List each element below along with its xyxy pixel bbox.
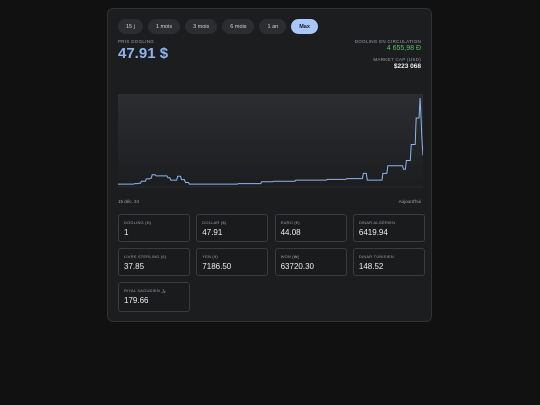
date-start-label: 15 déc. 24 xyxy=(118,199,140,204)
rate-value: 47.91 xyxy=(202,228,223,237)
rate-value: 179.66 xyxy=(124,296,149,305)
rate-label: EURO (€) xyxy=(280,220,300,225)
rate-tile-dollar: DOLLAR ($) 47.91 xyxy=(196,214,269,242)
market-cap-value: $223 068 xyxy=(393,63,421,70)
rate-tile-won: WON (₩) 63720.30 xyxy=(274,248,347,276)
rate-tile-riyal-saoudien: RIYAL SAOUDIEN ﷼ 179.66 xyxy=(118,282,190,312)
price-value: 47.91 $ xyxy=(118,45,169,62)
rate-tile-livre-sterling: LIVRE STERLING (£) 37.85 xyxy=(118,248,190,276)
rate-tile-dogling: DOGLING (Ð) 1 xyxy=(118,214,190,242)
tab-6-mois[interactable]: 6 mois xyxy=(222,19,255,34)
rate-label: LIVRE STERLING (£) xyxy=(124,254,167,259)
conversion-grid: DOGLING (Ð) 1 DOLLAR ($) 47.91 EURO (€) … xyxy=(118,214,425,312)
tab-1-mois[interactable]: 1 mois xyxy=(147,19,181,34)
rate-value: 1 xyxy=(124,228,129,237)
circulation-label: DOGLING EN CIRCULATION xyxy=(354,39,421,44)
rate-label: WON (₩) xyxy=(280,254,300,259)
rate-label: YEN (¥) xyxy=(202,254,218,259)
rate-value: 44.08 xyxy=(280,228,301,237)
rate-tile-dinar-algerien: DINAR ALGÉRIEN 6419.94 xyxy=(352,214,425,242)
chart-background xyxy=(118,94,423,189)
tab-3-mois[interactable]: 3 mois xyxy=(185,19,218,34)
rate-value: 6419.94 xyxy=(358,228,388,237)
period-tabs: 15 j 1 mois 3 mois 6 mois 1 an Max xyxy=(118,19,318,34)
market-cap-label: MARKET CAP (USD) xyxy=(373,57,421,62)
circulation-value: 4 655,98 Ð xyxy=(386,45,421,52)
price-card: 15 j 1 mois 3 mois 6 mois 1 an Max PRIX … xyxy=(107,8,432,322)
price-label: PRIX DOGLING xyxy=(118,39,155,44)
rate-label: DINAR TUNISIEN xyxy=(358,254,394,259)
rate-tile-dinar-tunisien: DINAR TUNISIEN 148.52 xyxy=(352,248,425,276)
rate-tile-euro: EURO (€) 44.08 xyxy=(274,214,347,242)
rate-tile-yen: YEN (¥) 7186.50 xyxy=(196,248,269,276)
rate-value: 7186.50 xyxy=(202,262,232,271)
rate-value: 37.85 xyxy=(124,262,145,271)
rate-label: DOGLING (Ð) xyxy=(124,220,152,225)
tab-max[interactable]: Max xyxy=(291,19,318,34)
tab-1-an[interactable]: 1 an xyxy=(259,19,287,34)
rate-label: DINAR ALGÉRIEN xyxy=(358,220,396,225)
rate-value: 148.52 xyxy=(358,262,384,271)
price-chart[interactable] xyxy=(118,94,423,189)
rate-label: RIYAL SAOUDIEN ﷼ xyxy=(124,288,166,293)
rate-label: DOLLAR ($) xyxy=(202,220,227,225)
rate-value: 63720.30 xyxy=(280,262,314,271)
date-end-label: Aujourd'hui xyxy=(398,199,421,204)
tab-15j[interactable]: 15 j xyxy=(118,19,143,34)
